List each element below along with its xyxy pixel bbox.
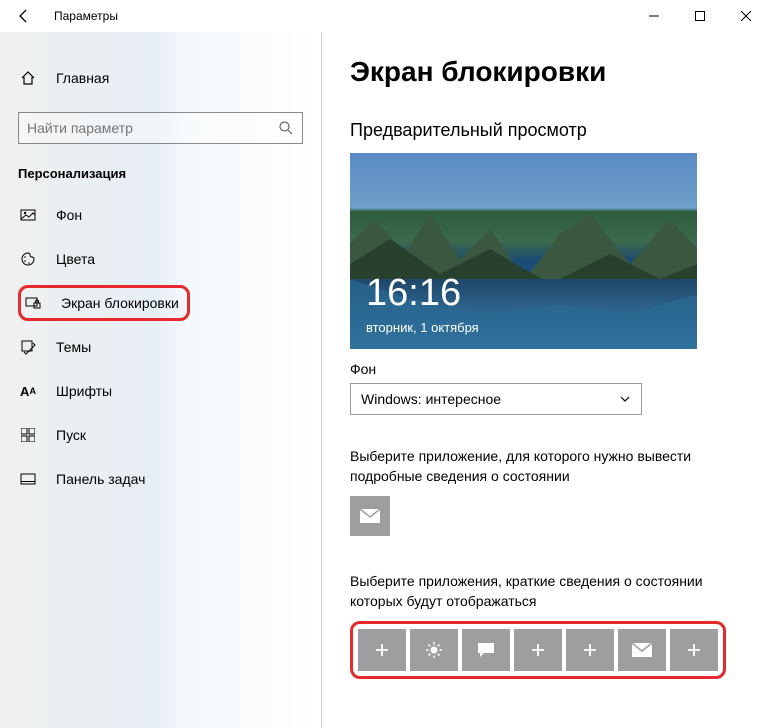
sidebar-item-label: Экран блокировки	[61, 295, 179, 311]
back-button[interactable]	[6, 0, 42, 32]
window-title: Параметры	[54, 9, 118, 23]
quick-app-slot-6[interactable]	[618, 629, 666, 671]
sidebar-item-label: Пуск	[56, 427, 86, 443]
maximize-button[interactable]	[677, 0, 723, 32]
search-input[interactable]	[27, 120, 278, 136]
sidebar-item-fonts[interactable]: AA Шрифты	[0, 369, 321, 413]
sidebar-item-colors[interactable]: Цвета	[0, 237, 321, 281]
search-icon	[278, 120, 294, 136]
fonts-icon: AA	[18, 384, 38, 399]
background-select[interactable]: Windows: интересное	[350, 383, 642, 415]
quick-app-slot-1[interactable]	[358, 629, 406, 671]
lockscreen-icon	[23, 295, 43, 311]
window-controls	[631, 0, 769, 32]
background-label: Фон	[350, 361, 741, 377]
preview-date: вторник, 1 октября	[366, 320, 479, 335]
search-box[interactable]	[18, 112, 303, 144]
quick-status-row	[358, 629, 718, 671]
start-icon	[18, 428, 38, 442]
palette-icon	[18, 251, 38, 267]
quick-app-slot-3[interactable]	[462, 629, 510, 671]
close-button[interactable]	[723, 0, 769, 32]
picture-icon	[18, 207, 38, 223]
quick-status-highlight	[350, 621, 726, 679]
quick-app-slot-7[interactable]	[670, 629, 718, 671]
sidebar-item-lockscreen[interactable]: Экран блокировки	[0, 281, 321, 325]
arrow-left-icon	[16, 8, 32, 24]
home-label: Главная	[56, 70, 109, 86]
background-value: Windows: интересное	[361, 391, 501, 407]
preview-time: 16:16	[366, 272, 461, 315]
detailed-status-app[interactable]	[350, 496, 390, 536]
minimize-button[interactable]	[631, 0, 677, 32]
plus-icon	[530, 642, 546, 658]
plus-icon	[582, 642, 598, 658]
section-title: Персонализация	[0, 166, 321, 193]
sidebar-item-label: Цвета	[56, 251, 95, 267]
weather-icon	[425, 641, 443, 659]
quick-app-slot-4[interactable]	[514, 629, 562, 671]
taskbar-icon	[18, 471, 38, 487]
titlebar: Параметры	[0, 0, 769, 32]
themes-icon	[18, 339, 38, 355]
maximize-icon	[695, 11, 705, 21]
detailed-status-label: Выберите приложение, для которого нужно …	[350, 447, 741, 486]
content: Экран блокировки Предварительный просмот…	[322, 32, 769, 728]
sidebar: Главная Персонализация Фон Цвета Экран б…	[0, 32, 322, 728]
quick-app-slot-5[interactable]	[566, 629, 614, 671]
plus-icon	[374, 642, 390, 658]
sidebar-item-label: Темы	[56, 339, 91, 355]
sidebar-item-themes[interactable]: Темы	[0, 325, 321, 369]
sidebar-item-taskbar[interactable]: Панель задач	[0, 457, 321, 501]
home-link[interactable]: Главная	[0, 56, 321, 100]
minimize-icon	[649, 11, 659, 21]
sidebar-item-label: Шрифты	[56, 383, 112, 399]
plus-icon	[686, 642, 702, 658]
sidebar-item-label: Панель задач	[56, 471, 145, 487]
sidebar-item-start[interactable]: Пуск	[0, 413, 321, 457]
chat-icon	[477, 642, 495, 658]
lockscreen-preview: 16:16 вторник, 1 октября	[350, 153, 697, 349]
sidebar-item-background[interactable]: Фон	[0, 193, 321, 237]
chevron-down-icon	[619, 393, 631, 405]
home-icon	[18, 70, 38, 86]
close-icon	[741, 11, 751, 21]
page-heading: Экран блокировки	[350, 56, 741, 88]
selection-highlight: Экран блокировки	[18, 285, 190, 321]
preview-heading: Предварительный просмотр	[350, 120, 741, 141]
quick-status-label: Выберите приложения, краткие сведения о …	[350, 572, 741, 611]
mail-icon	[360, 509, 380, 523]
mail-icon	[632, 643, 652, 657]
quick-app-slot-2[interactable]	[410, 629, 458, 671]
sidebar-item-label: Фон	[56, 207, 82, 223]
